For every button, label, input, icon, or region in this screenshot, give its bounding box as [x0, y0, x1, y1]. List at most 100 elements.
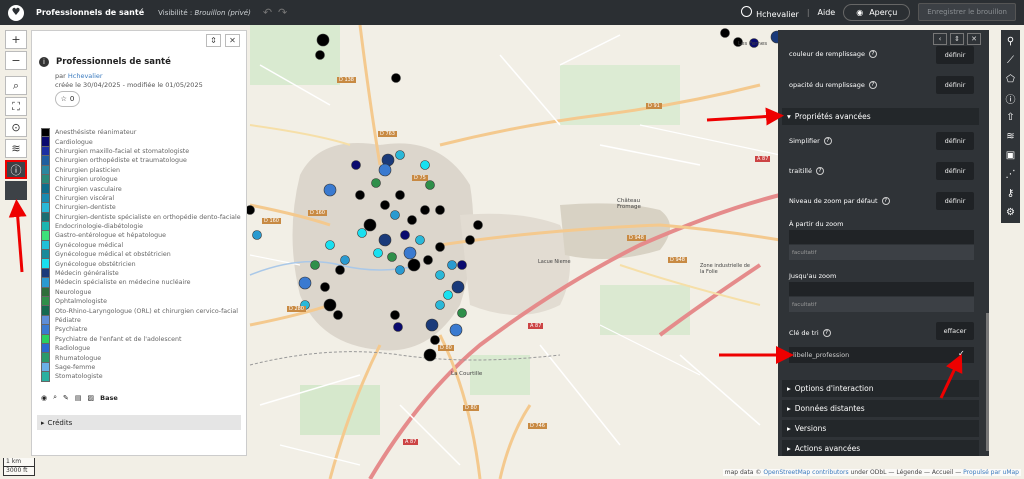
umap-logo-icon[interactable]: ♥ — [8, 4, 24, 21]
osm-link[interactable]: OpenStreetMap contributors — [763, 469, 848, 476]
advanced-properties-header[interactable]: ▾ Propriétés avancées — [782, 108, 979, 125]
map-marker[interactable] — [447, 260, 457, 270]
map-marker[interactable] — [435, 242, 445, 252]
map-marker[interactable] — [390, 210, 400, 220]
map-marker[interactable] — [320, 282, 330, 292]
clear-sort-key-button[interactable]: effacer — [936, 322, 974, 340]
map-marker[interactable] — [435, 270, 445, 280]
search-button[interactable]: ⌕ — [5, 76, 27, 95]
map-marker[interactable] — [449, 323, 463, 337]
draw-line-icon[interactable]: ⟋ — [1003, 52, 1018, 68]
fullscreen-button[interactable]: ⛶ — [5, 97, 27, 116]
map-marker[interactable] — [380, 200, 390, 210]
map-marker[interactable] — [435, 300, 445, 310]
map-marker[interactable] — [400, 230, 410, 240]
map-marker[interactable] — [720, 28, 730, 38]
undo-icon[interactable]: ↶ — [263, 6, 272, 19]
map-marker[interactable] — [395, 265, 405, 275]
map-marker[interactable] — [423, 255, 433, 265]
user-menu[interactable]: Hchevalier — [741, 5, 799, 19]
back-button[interactable]: ‹ — [933, 33, 947, 45]
map-marker[interactable] — [420, 160, 430, 170]
map-marker[interactable] — [378, 163, 392, 177]
import-icon[interactable]: ⇧ — [1003, 109, 1018, 125]
define-fill-opacity-button[interactable]: définir — [936, 76, 974, 94]
define-simplify-button[interactable]: définir — [936, 132, 974, 150]
interaction-options-header[interactable]: ▸ Options d'interaction — [782, 380, 979, 397]
legend-item[interactable]: Chirurgien maxillo-facial et stomatologi… — [41, 146, 241, 157]
legend-item[interactable]: Neurologue — [41, 287, 241, 298]
star-button[interactable]: ☆ 0 — [55, 91, 80, 107]
advanced-actions-header[interactable]: ▸ Actions avancées — [782, 440, 979, 456]
map-marker[interactable] — [407, 215, 417, 225]
map-marker[interactable] — [430, 335, 440, 345]
map-marker[interactable] — [340, 255, 350, 265]
map-marker[interactable] — [393, 322, 403, 332]
table-icon[interactable]: ▤ — [75, 394, 82, 402]
map-marker[interactable] — [457, 260, 467, 270]
zoom-icon[interactable]: ⌕ — [53, 393, 57, 402]
map-marker[interactable] — [371, 178, 381, 188]
map-marker[interactable] — [325, 240, 335, 250]
map-marker[interactable] — [423, 348, 437, 362]
legend-item[interactable]: Stomatologiste — [41, 372, 241, 382]
help-icon[interactable]: ? — [822, 329, 831, 337]
map-marker[interactable] — [420, 205, 430, 215]
map-marker[interactable] — [310, 260, 320, 270]
map-marker[interactable] — [390, 310, 400, 320]
map-marker[interactable] — [435, 205, 445, 215]
map-marker[interactable] — [373, 248, 383, 258]
tilelayer-icon[interactable]: ▣ — [1003, 147, 1018, 163]
add-marker-icon[interactable]: ⚲ — [1003, 33, 1018, 49]
define-dashed-button[interactable]: définir — [936, 162, 974, 180]
map-title[interactable]: Professionnels de santé — [36, 8, 144, 17]
draw-polygon-icon[interactable]: ⬠ — [1003, 71, 1018, 87]
layers-icon[interactable]: ≋ — [1003, 128, 1018, 144]
legend-item[interactable]: Chirurgien viscéral — [41, 193, 241, 204]
map-marker[interactable] — [415, 235, 425, 245]
legend-item[interactable]: Médecin spécialiste en médecine nucléair… — [41, 278, 241, 288]
map-marker[interactable] — [465, 235, 475, 245]
map-marker[interactable] — [425, 318, 439, 332]
resize-panel-button[interactable]: ⇕ — [950, 33, 964, 45]
save-draft-button[interactable]: Enregistrer le brouillon — [918, 3, 1016, 21]
help-icon[interactable]: ? — [881, 197, 890, 205]
legend-item[interactable]: Chirurgien urologue — [41, 174, 241, 185]
help-icon[interactable]: ? — [868, 81, 877, 89]
legend-item[interactable]: Chirurgien-dentiste — [41, 203, 241, 213]
legend-item[interactable]: Gastro-entérologue et hépatologue — [41, 231, 241, 241]
map-marker[interactable] — [316, 33, 330, 47]
legend-item[interactable]: Médecin généraliste — [41, 268, 241, 279]
delete-icon[interactable]: ▨ — [88, 394, 95, 402]
define-fill-color-button[interactable]: définir — [936, 46, 974, 64]
zoom-in-button[interactable]: + — [5, 30, 27, 49]
permissions-key-icon[interactable]: ⚷ — [1003, 185, 1018, 201]
legend-item[interactable]: Psychiatre de l'enfant et de l'adolescen… — [41, 334, 241, 344]
map-marker[interactable] — [315, 50, 325, 60]
sort-key-input[interactable]: libelle_profession ✓ — [789, 347, 974, 363]
legend-item[interactable]: Oto-Rhino-Laryngologue (ORL) et chirurgi… — [41, 306, 241, 316]
map-info-icon[interactable]: ⓘ — [1003, 90, 1018, 106]
legend-item[interactable]: Psychiatre — [41, 325, 241, 335]
versions-header[interactable]: ▸ Versions — [782, 420, 979, 437]
close-panel-button[interactable]: ✕ — [967, 33, 981, 45]
legend-item[interactable]: Gynécologue obstétricien — [41, 259, 241, 269]
credits-section[interactable]: ▸ Crédits — [37, 415, 241, 430]
map-marker[interactable] — [391, 73, 401, 83]
map-marker[interactable] — [425, 180, 435, 190]
legend-item[interactable]: Ophtalmologiste — [41, 297, 241, 307]
map-marker[interactable] — [457, 308, 467, 318]
legend-item[interactable]: Chirurgien plasticien — [41, 165, 241, 175]
confirm-check-icon[interactable]: ✓ — [958, 349, 970, 361]
more-button[interactable] — [5, 181, 27, 200]
map-marker[interactable] — [387, 252, 397, 262]
legend-item[interactable]: Radiologue — [41, 343, 241, 354]
legend-item[interactable]: Chirurgien orthopédiste et traumatologue — [41, 156, 241, 166]
legend-item[interactable]: Cardiologue — [41, 137, 241, 147]
info-button[interactable]: ⓘ — [5, 160, 27, 179]
to-zoom-input[interactable] — [789, 282, 974, 296]
map-marker[interactable] — [323, 298, 337, 312]
map-marker[interactable] — [403, 246, 417, 260]
legend-item[interactable]: Sage-femme — [41, 362, 241, 373]
scrollbar[interactable] — [986, 313, 989, 451]
